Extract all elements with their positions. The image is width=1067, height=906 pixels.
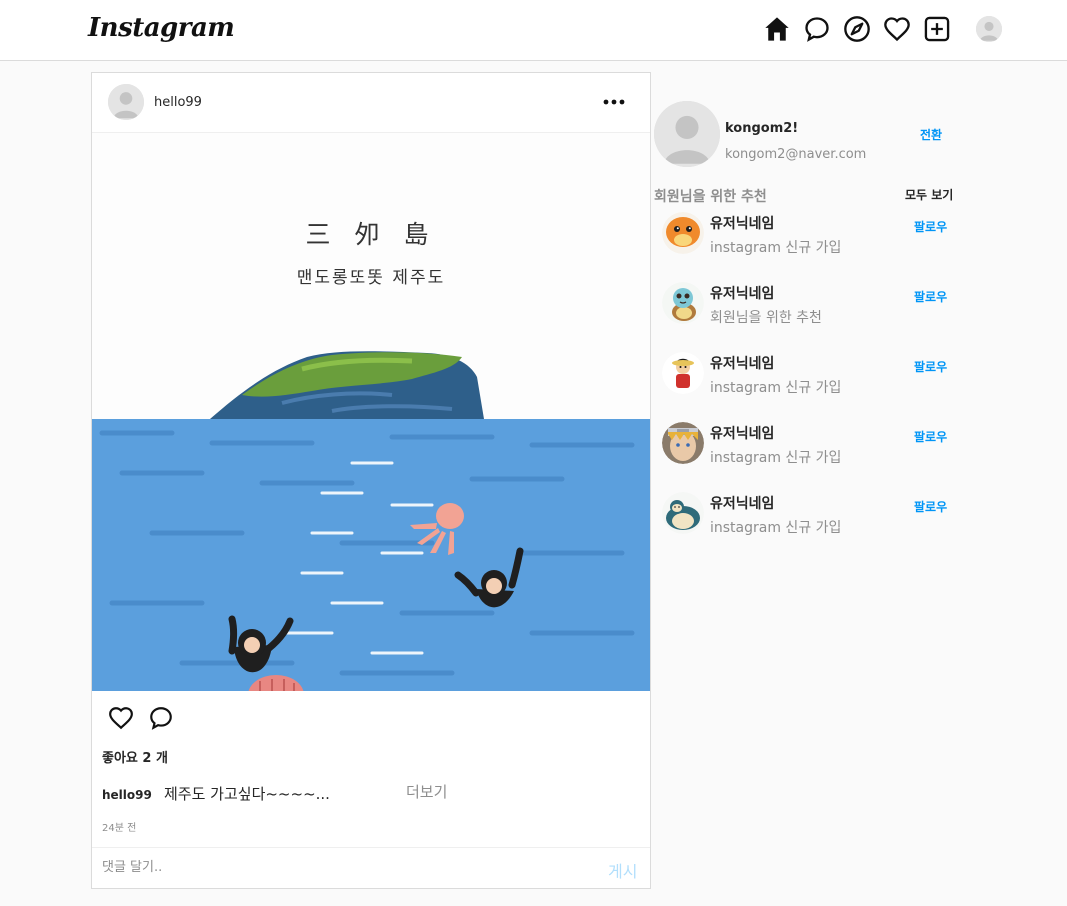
new-post-icon[interactable]: [923, 15, 951, 43]
post-caption: hello99 제주도 가고싶다~~~~...: [102, 783, 330, 804]
recommendation-item: 유저닉네임 instagram 신규 가입 팔로우: [662, 492, 962, 542]
instagram-logo[interactable]: Instagram: [88, 13, 235, 43]
feed-post: hello99 三 夘 島 맨도롱또똣 제주도 좋아요 2 개 hello99 …: [91, 72, 651, 889]
comment-input[interactable]: [102, 856, 582, 878]
explore-compass-icon[interactable]: [843, 15, 871, 43]
recommended-user-avatar[interactable]: [662, 212, 704, 254]
my-profile-avatar[interactable]: [654, 101, 720, 167]
recommendation-reason: instagram 신규 가입: [710, 520, 842, 536]
comment-icon[interactable]: [148, 705, 174, 731]
follow-button[interactable]: 팔로우: [914, 358, 947, 375]
post-author-avatar[interactable]: [108, 84, 144, 120]
recommendation-item: 유저닉네임 instagram 신규 가입 팔로우: [662, 352, 962, 402]
profile-avatar[interactable]: [976, 16, 1002, 42]
post-header: hello99: [92, 73, 650, 133]
recommended-username[interactable]: 유저닉네임: [710, 423, 774, 443]
follow-button[interactable]: 팔로우: [914, 288, 947, 305]
recommended-user-avatar[interactable]: [662, 352, 704, 394]
recommendation-reason: instagram 신규 가입: [710, 240, 842, 256]
recommended-username[interactable]: 유저닉네임: [710, 493, 774, 513]
recommended-user-avatar[interactable]: [662, 422, 704, 464]
post-image[interactable]: 三 夘 島 맨도롱또똣 제주도: [92, 133, 650, 691]
follow-button[interactable]: 팔로우: [914, 428, 947, 445]
see-all-button[interactable]: 모두 보기: [905, 186, 953, 203]
post-author-username[interactable]: hello99: [154, 95, 202, 110]
my-email: kongom2@naver.com: [725, 147, 867, 162]
post-timestamp: 24분 전: [102, 823, 137, 834]
recommendation-item: 유저닉네임 instagram 신규 가입 팔로우: [662, 422, 962, 472]
switch-account-button[interactable]: 전환: [920, 126, 942, 143]
my-username[interactable]: kongom2!: [725, 121, 798, 136]
recommendation-reason: 회원님을 위한 추천: [710, 310, 822, 326]
top-nav: Instagram: [0, 0, 1067, 61]
like-heart-icon[interactable]: [108, 705, 134, 731]
recommendation-item: 유저닉네임 회원님을 위한 추천 팔로우: [662, 282, 962, 332]
recommendation-reason: instagram 신규 가입: [710, 450, 842, 466]
direct-message-icon[interactable]: [803, 15, 831, 43]
recommendation-reason: instagram 신규 가입: [710, 380, 842, 396]
follow-button[interactable]: 팔로우: [914, 498, 947, 515]
recommendations-title: 회원님을 위한 추천: [654, 189, 767, 205]
recommended-username[interactable]: 유저닉네임: [710, 213, 774, 233]
caption-username[interactable]: hello99: [102, 788, 152, 802]
follow-button[interactable]: 팔로우: [914, 218, 947, 235]
home-icon[interactable]: [763, 15, 791, 43]
post-comment-button[interactable]: 게시: [608, 858, 637, 882]
recommendation-item: 유저닉네임 instagram 신규 가입 팔로우: [662, 212, 962, 262]
likes-count[interactable]: 좋아요 2 개: [102, 747, 168, 766]
recommended-username[interactable]: 유저닉네임: [710, 283, 774, 303]
recommended-user-avatar[interactable]: [662, 492, 704, 534]
activity-heart-icon[interactable]: [883, 15, 911, 43]
recommended-username[interactable]: 유저닉네임: [710, 353, 774, 373]
jeju-island-illustration: [92, 351, 650, 691]
comment-bar: 게시: [92, 847, 650, 889]
caption-text: 제주도 가고싶다~~~~...: [164, 785, 330, 803]
more-options-icon[interactable]: [601, 92, 627, 112]
caption-more-link[interactable]: 더보기: [406, 781, 447, 802]
recommended-user-avatar[interactable]: [662, 282, 704, 324]
